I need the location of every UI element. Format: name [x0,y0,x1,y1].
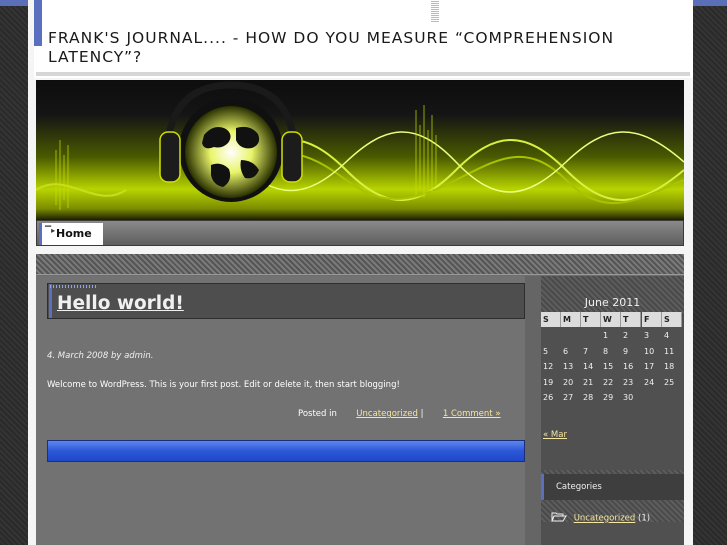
sidebar: June 2011 S M T W T F S 1 2 3 4 5 6 7 8 9 10 11 12 1… [541,276,684,545]
post-body: Welcome to WordPress. This is your first… [47,380,400,390]
calendar-day: 1 [603,331,609,340]
calendar-day: 10 [644,346,655,356]
post-title-box: Hello world! [47,283,525,319]
globe-with-headphones-icon [159,81,303,202]
site-title[interactable]: FRANK'S JOURNAL.... - HOW DO YOU MEASURE… [48,29,688,67]
title-divider [36,72,690,76]
weekday-header: T [581,312,601,327]
home-tab-icon: ▔▸ [45,226,56,235]
page-container: FRANK'S JOURNAL.... - HOW DO YOU MEASURE… [28,0,693,545]
column-divider [525,276,541,545]
calendar-week-row: 26 27 28 29 30 [541,390,684,405]
calendar-day [561,328,581,343]
calendar-day: 25 [664,377,675,387]
title-scroll-marker [431,0,439,22]
nav-item-home[interactable]: ▔▸ Home [39,223,103,245]
calendar-day: 16 [623,362,634,371]
weekday-header: W [601,312,621,327]
main-navigation: ▔▸ Home [36,220,684,246]
meta-separator: | [420,409,424,419]
calendar-day: 12 [543,362,554,371]
weekday-header: S [541,312,561,327]
header-art [36,81,684,210]
header-banner [36,80,684,220]
calendar-day: 9 [623,346,629,356]
calendar-weekday-row: S M T W T F S [541,312,684,327]
post-meta: Posted in Uncategorized | 1 Comment » [298,409,501,419]
calendar-week-row: 5 6 7 8 9 10 11 [541,344,684,359]
weekday-header: S [662,312,682,327]
calendar-day: 8 [603,346,609,356]
calendar-day [662,390,682,405]
site-header: FRANK'S JOURNAL.... - HOW DO YOU MEASURE… [34,0,693,78]
calendar-week-row: 1 2 3 4 [541,328,684,343]
posted-in-label: Posted in [298,409,337,419]
calendar-day: 21 [583,377,594,387]
nav-item-label: Home [56,227,92,240]
calendar-day: 20 [563,377,574,387]
calendar-day: 13 [563,362,574,371]
calendar-day: 17 [644,362,655,371]
weekday-header: T [621,312,641,327]
calendar-day: 4 [664,331,670,340]
title-accent-bar [34,0,42,46]
calendar-day: 14 [583,362,594,371]
calendar-day: 11 [664,346,675,356]
content-area: Hello world! 4. March 2008 by admin. Wel… [36,254,684,545]
category-link[interactable]: Uncategorized [356,409,418,419]
weekday-header: F [642,312,662,327]
calendar-day [581,328,601,343]
categories-title: Categories [556,482,602,492]
content-top-band [36,254,684,275]
calendar-day: 24 [644,377,655,387]
category-item-link[interactable]: Uncategorized [574,514,636,524]
calendar-day [642,390,662,405]
calendar-day: 3 [644,331,650,340]
calendar-week-row: 12 13 14 15 16 17 18 [541,359,684,374]
calendar-day: 30 [623,393,634,402]
calendar-day: 7 [583,346,589,356]
post-footer-bar [47,440,525,462]
calendar-day: 26 [543,393,554,402]
calendar-day: 22 [603,377,614,387]
calendar-prev-link[interactable]: « Mar [543,430,567,440]
right-background [691,0,727,545]
top-right-accent [691,0,727,6]
category-list-item: Uncategorized (1) [551,511,650,525]
calendar-day: 15 [603,362,614,371]
calendar-day: 28 [583,393,594,402]
post-date-line: 4. March 2008 by admin. [47,351,154,361]
calendar-day: 5 [543,346,549,356]
calendar-day: 29 [603,393,614,402]
comments-link[interactable]: 1 Comment » [443,409,501,419]
post-title-accent [49,284,52,318]
category-item-count: (1) [638,513,651,524]
open-folder-icon [551,511,567,525]
calendar-week-row: 19 20 21 22 23 24 25 [541,375,684,390]
calendar-day: 2 [623,331,629,340]
calendar-day: 27 [563,393,574,402]
calendar-day: 18 [664,362,675,371]
sound-wave-lines [36,131,684,204]
calendar-day: 19 [543,377,554,387]
calendar-day: 23 [623,377,634,387]
weekday-header: M [561,312,581,327]
categories-heading-box: Categories [541,474,684,500]
post-title-ticks [50,285,96,288]
calendar-day: 6 [563,346,569,356]
post-title-link[interactable]: Hello world! [57,293,184,314]
calendar-caption: June 2011 [584,296,641,309]
calendar-day [541,328,561,343]
